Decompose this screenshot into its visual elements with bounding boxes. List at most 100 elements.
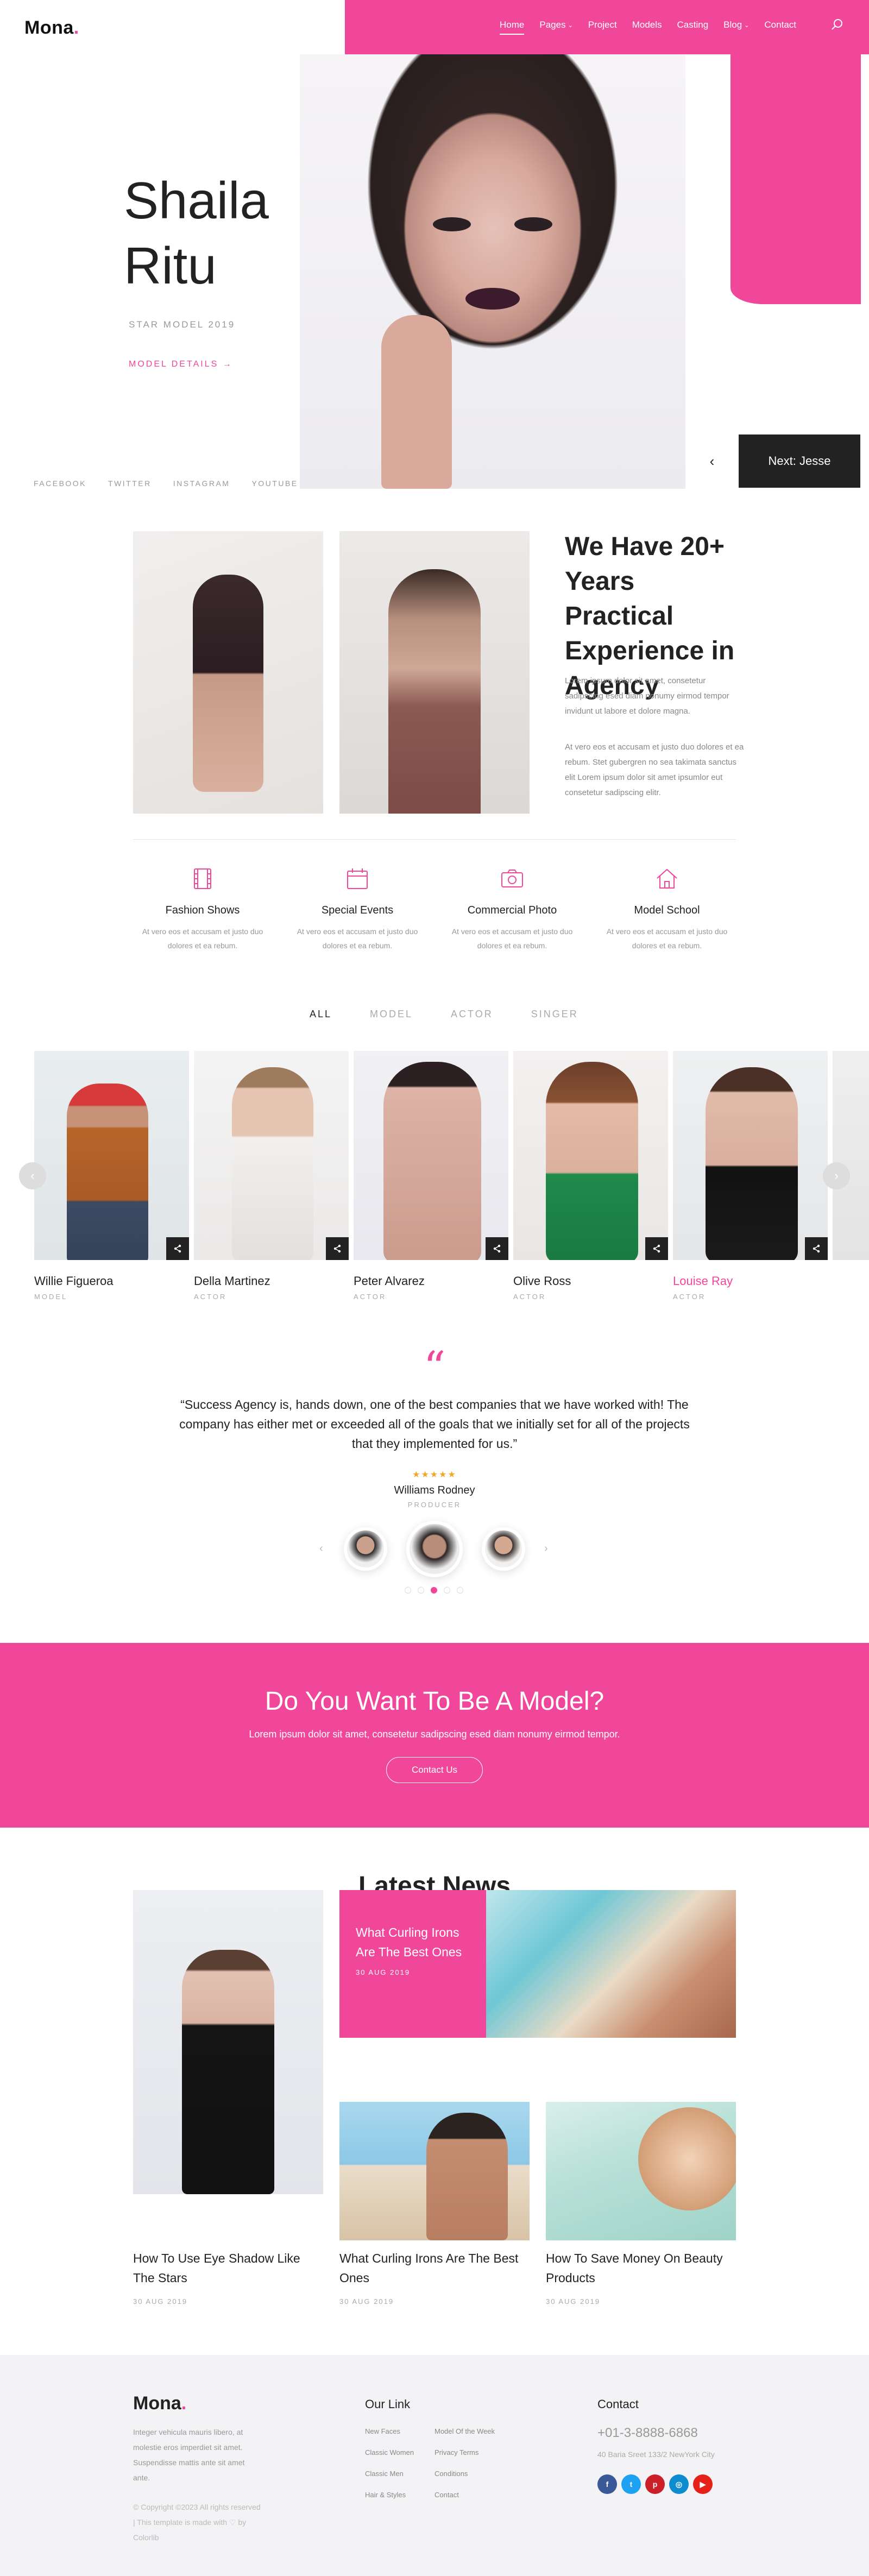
carousel-next-button[interactable]: › bbox=[823, 1162, 850, 1189]
figure-shape bbox=[546, 1062, 638, 1260]
social-link-youtube[interactable]: YOUTUBE bbox=[251, 479, 298, 488]
section-divider bbox=[133, 839, 736, 840]
model-photo[interactable] bbox=[34, 1051, 189, 1260]
model-photo[interactable] bbox=[513, 1051, 668, 1260]
news-date: 30 AUG 2019 bbox=[339, 2297, 394, 2306]
site-footer: Mona. Integer vehicula mauris libero, at… bbox=[0, 2355, 869, 2576]
share-button[interactable] bbox=[166, 1237, 189, 1260]
nav-item-pages[interactable]: Pages ⌄ bbox=[539, 20, 572, 30]
pinterest-icon[interactable]: p bbox=[645, 2474, 665, 2494]
news-date: 30 AUG 2019 bbox=[133, 2297, 188, 2306]
model-name[interactable]: Peter Alvarez bbox=[354, 1274, 508, 1288]
film-icon bbox=[194, 868, 211, 889]
model-photo[interactable] bbox=[354, 1051, 508, 1260]
share-button[interactable] bbox=[326, 1237, 349, 1260]
testimonial-role: PRODUCER bbox=[407, 1501, 462, 1509]
service-title: Model School bbox=[634, 904, 700, 916]
footer-link[interactable]: Classic Men bbox=[365, 2470, 404, 2478]
model-card[interactable]: Willie Figueroa MODEL bbox=[34, 1051, 189, 1301]
nav-item-casting[interactable]: Casting bbox=[677, 20, 709, 30]
model-photo[interactable] bbox=[833, 1051, 869, 1260]
calendar-icon bbox=[347, 868, 368, 889]
footer-link[interactable]: Contact bbox=[434, 2491, 459, 2499]
service-model-school: Model School At vero eos et accusam et j… bbox=[596, 866, 738, 953]
filter-tab-actor[interactable]: ACTOR bbox=[451, 1009, 493, 1020]
featured-news-card[interactable]: What Curling Irons Are The Best Ones 30 … bbox=[339, 1890, 486, 2038]
filter-tab-singer[interactable]: SINGER bbox=[531, 1009, 578, 1020]
pagination-dot[interactable] bbox=[444, 1587, 450, 1594]
model-name[interactable]: Della Martinez bbox=[194, 1274, 349, 1288]
contact-us-button[interactable]: Contact Us bbox=[386, 1757, 483, 1783]
testimonial-next-arrow[interactable]: › bbox=[544, 1542, 548, 1555]
avatar[interactable] bbox=[482, 1527, 525, 1571]
avatar[interactable] bbox=[344, 1527, 387, 1571]
footer-phone[interactable]: +01-3-8888-6868 bbox=[597, 2426, 698, 2441]
model-card[interactable]: Della Martinez ACTOR bbox=[194, 1051, 349, 1301]
model-photo[interactable] bbox=[673, 1051, 828, 1260]
carousel-prev-button[interactable]: ‹ bbox=[19, 1162, 46, 1189]
instagram-icon[interactable]: ◎ bbox=[669, 2474, 689, 2494]
share-button[interactable] bbox=[486, 1237, 508, 1260]
facebook-icon[interactable]: f bbox=[597, 2474, 617, 2494]
testimonial-quote: “Success Agency is, hands down, one of t… bbox=[179, 1397, 690, 1451]
model-card-partial[interactable] bbox=[833, 1051, 869, 1260]
hero-pink-accent bbox=[731, 0, 861, 304]
model-photo[interactable] bbox=[194, 1051, 349, 1260]
footer-link[interactable]: Hair & Styles bbox=[365, 2491, 406, 2499]
hero-prev-button[interactable]: ‹ bbox=[685, 434, 739, 488]
model-card[interactable]: Olive Ross ACTOR bbox=[513, 1051, 668, 1301]
footer-link[interactable]: Privacy Terms bbox=[434, 2448, 478, 2457]
figure-shape bbox=[706, 1067, 798, 1260]
news-image[interactable] bbox=[486, 1890, 736, 2038]
filter-tab-all[interactable]: ALL bbox=[310, 1009, 332, 1020]
search-icon[interactable] bbox=[831, 18, 844, 31]
hero-next-button[interactable]: Next: Jesse bbox=[739, 434, 860, 488]
footer-link[interactable]: Classic Women bbox=[365, 2448, 414, 2457]
site-logo[interactable]: Mona. bbox=[24, 17, 79, 39]
news-title[interactable]: What Curling Irons Are The Best Ones bbox=[339, 2249, 530, 2288]
quote-icon: “ bbox=[423, 1342, 446, 1393]
model-name[interactable]: Louise Ray bbox=[673, 1274, 828, 1288]
lip-shape bbox=[465, 288, 520, 310]
hero-subtitle: STAR MODEL 2019 bbox=[129, 319, 236, 330]
nav-item-blog[interactable]: Blog ⌄ bbox=[723, 20, 749, 30]
news-image[interactable] bbox=[339, 2102, 530, 2240]
model-card[interactable]: Louise Ray ACTOR bbox=[673, 1051, 828, 1301]
news-date: 30 AUG 2019 bbox=[546, 2297, 601, 2306]
youtube-icon[interactable]: ▶ bbox=[693, 2474, 713, 2494]
cta-title: Do You Want To Be A Model? bbox=[265, 1687, 604, 1716]
pagination-dot-active[interactable] bbox=[431, 1587, 437, 1594]
nav-item-project[interactable]: Project bbox=[588, 20, 617, 30]
share-icon bbox=[653, 1244, 660, 1253]
pagination-dot[interactable] bbox=[418, 1587, 424, 1594]
social-link-twitter[interactable]: TWITTER bbox=[108, 479, 152, 488]
model-card[interactable]: Peter Alvarez ACTOR bbox=[354, 1051, 508, 1301]
avatar-active[interactable] bbox=[406, 1521, 463, 1577]
footer-link[interactable]: Model Of the Week bbox=[434, 2427, 495, 2435]
news-image[interactable] bbox=[133, 1890, 323, 2194]
pagination-dot[interactable] bbox=[457, 1587, 463, 1594]
pagination-dot[interactable] bbox=[405, 1587, 411, 1594]
social-link-facebook[interactable]: FACEBOOK bbox=[34, 479, 86, 488]
news-title[interactable]: How To Save Money On Beauty Products bbox=[546, 2249, 736, 2288]
share-button[interactable] bbox=[645, 1237, 668, 1260]
model-name[interactable]: Olive Ross bbox=[513, 1274, 668, 1288]
chevron-left-icon: ‹ bbox=[30, 1169, 35, 1182]
footer-contact-heading: Contact bbox=[597, 2397, 639, 2411]
model-details-link[interactable]: MODEL DETAILS → bbox=[129, 360, 233, 369]
share-button[interactable] bbox=[805, 1237, 828, 1260]
nav-item-home[interactable]: Home bbox=[500, 20, 525, 35]
nav-item-contact[interactable]: Contact bbox=[764, 20, 796, 30]
footer-logo[interactable]: Mona. bbox=[133, 2393, 186, 2414]
footer-link[interactable]: Conditions bbox=[434, 2470, 468, 2478]
featured-news-title[interactable]: What Curling Irons Are The Best Ones bbox=[356, 1923, 470, 1962]
twitter-icon[interactable]: t bbox=[621, 2474, 641, 2494]
filter-tab-model[interactable]: MODEL bbox=[370, 1009, 413, 1020]
footer-link[interactable]: New Faces bbox=[365, 2427, 400, 2435]
news-title[interactable]: How To Use Eye Shadow Like The Stars bbox=[133, 2249, 323, 2288]
nav-item-models[interactable]: Models bbox=[632, 20, 662, 30]
social-link-instagram[interactable]: INSTAGRAM bbox=[173, 479, 230, 488]
model-name[interactable]: Willie Figueroa bbox=[34, 1274, 189, 1288]
testimonial-prev-arrow[interactable]: ‹ bbox=[319, 1542, 323, 1555]
news-image[interactable] bbox=[546, 2102, 736, 2240]
